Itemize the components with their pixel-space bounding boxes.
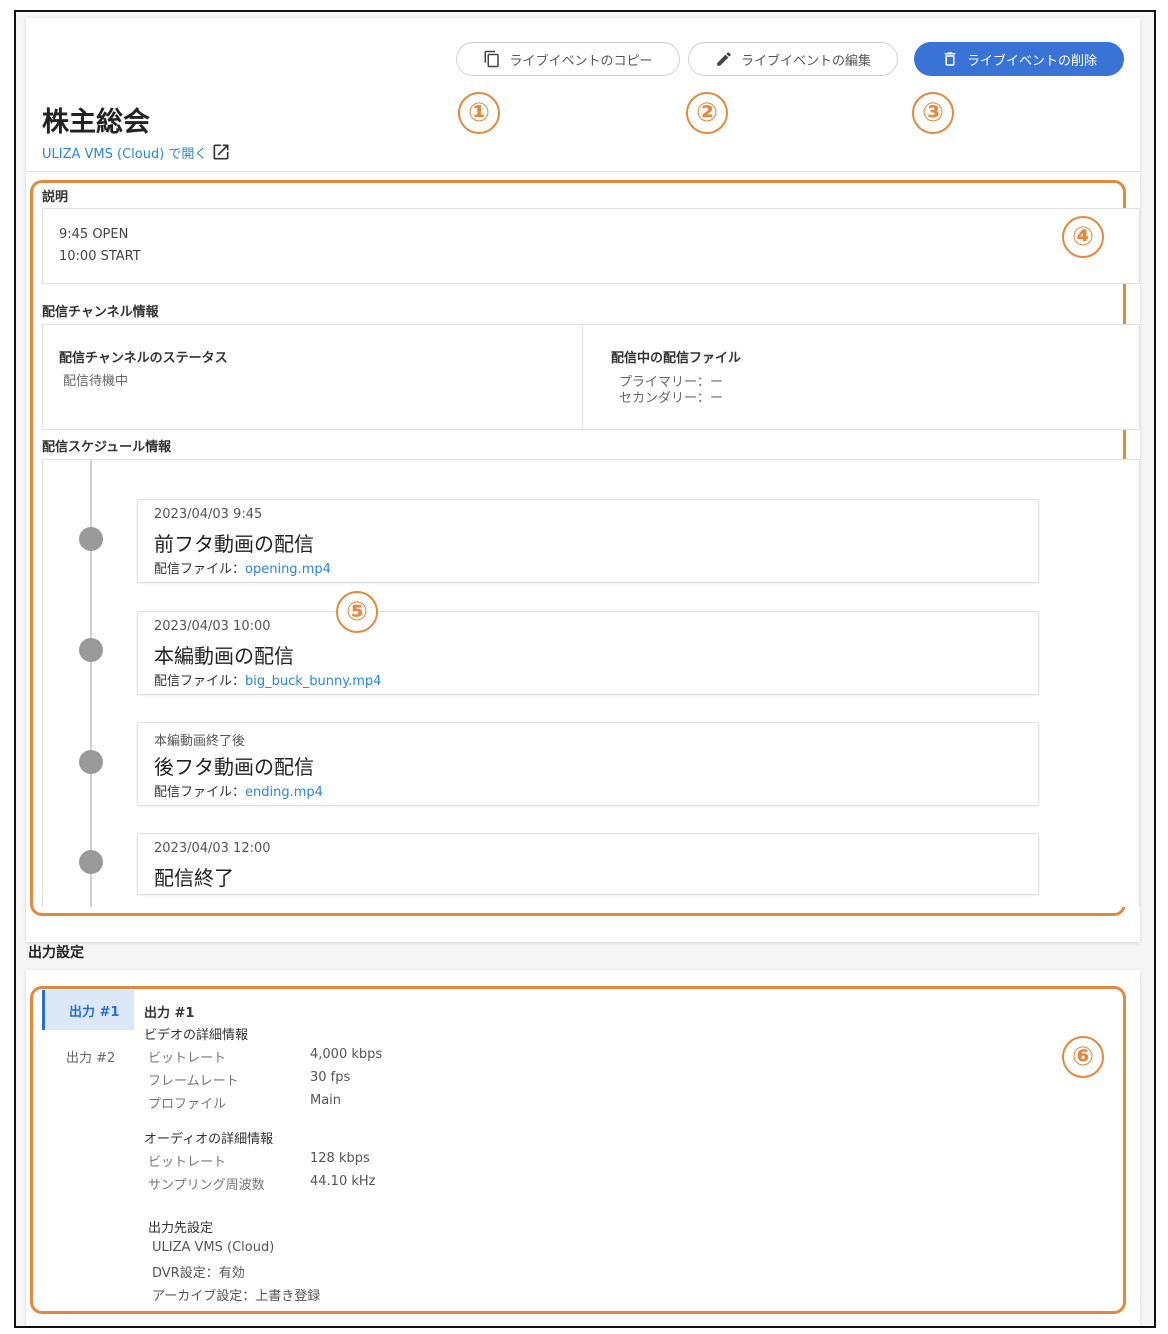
- channel-files-cell: 配信中の配信ファイル プライマリー：ー セカンダリー：ー: [583, 325, 1139, 429]
- edit-live-event-label: ライブイベントの編集: [740, 52, 871, 68]
- description-label: 説明: [42, 190, 69, 205]
- open-in-vms-link[interactable]: ULIZA VMS (Cloud) で開く: [42, 142, 231, 162]
- video-details-title: ビデオの詳細情報: [144, 1028, 249, 1043]
- description-line-1: 9:45 OPEN: [59, 227, 129, 242]
- copy-icon: [484, 50, 500, 68]
- timeline-dot: [79, 527, 103, 551]
- copy-live-event-label: ライブイベントのコピー: [509, 52, 653, 68]
- output-settings-card: 出力 #1 出力 #2 出力 #1 ビデオの詳細情報 ビットレート 4,000 …: [26, 970, 1140, 1326]
- destination-service: ULIZA VMS (Cloud): [152, 1240, 275, 1255]
- annotation-marker-3: ③: [912, 92, 954, 134]
- schedule-item-file: 配信ファイル：big_buck_bunny.mp4: [154, 670, 381, 689]
- audio-details-title: オーディオの詳細情報: [144, 1132, 274, 1147]
- channel-status-cell: 配信チャンネルのステータス 配信待機中: [43, 325, 583, 429]
- schedule-item-name: 後フタ動画の配信: [154, 755, 314, 779]
- schedule-item-file-link[interactable]: big_buck_bunny.mp4: [245, 674, 381, 689]
- output-heading: 出力 #1: [144, 1006, 195, 1021]
- schedule-item-file-link[interactable]: opening.mp4: [245, 562, 331, 577]
- annotation-marker-6: ⑥: [1062, 1036, 1104, 1078]
- audio-bitrate-value: 128 kbps: [310, 1151, 370, 1166]
- channel-status-title: 配信チャンネルのステータス: [59, 351, 228, 366]
- header-divider: [26, 171, 1140, 172]
- live-event-card: ライブイベントのコピー ライブイベントの編集 ライブイベントの削除 ① ② ③ …: [26, 18, 1140, 942]
- channel-info-label: 配信チャンネル情報: [42, 305, 159, 320]
- schedule-item-file: 配信ファイル：opening.mp4: [154, 558, 331, 577]
- channel-files-title: 配信中の配信ファイル: [611, 351, 742, 366]
- schedule-item[interactable]: 本編動画終了後 後フタ動画の配信 配信ファイル：ending.mp4: [137, 722, 1039, 806]
- schedule-item-name: 前フタ動画の配信: [154, 532, 314, 556]
- video-framerate-value: 30 fps: [310, 1070, 351, 1085]
- schedule-item-name: 配信終了: [154, 866, 234, 890]
- timeline-dot: [79, 750, 103, 774]
- delete-live-event-button[interactable]: ライブイベントの削除: [914, 42, 1124, 76]
- schedule-item-date: 2023/04/03 12:00: [154, 841, 271, 856]
- video-bitrate-key: ビットレート: [148, 1051, 227, 1066]
- description-line-2: 10:00 START: [59, 249, 141, 264]
- output-settings-label: 出力設定: [28, 945, 84, 961]
- external-link-icon: [213, 144, 229, 160]
- schedule-item[interactable]: 2023/04/03 12:00 配信終了: [137, 833, 1039, 895]
- open-in-vms-label: ULIZA VMS (Cloud) で開く: [42, 146, 208, 162]
- audio-sampling-value: 44.10 kHz: [310, 1174, 376, 1189]
- copy-live-event-button[interactable]: ライブイベントのコピー: [456, 42, 680, 76]
- annotation-marker-4: ④: [1062, 216, 1104, 258]
- channel-info-panel: 配信チャンネルのステータス 配信待機中 配信中の配信ファイル プライマリー：ー …: [42, 324, 1140, 430]
- audio-bitrate-key: ビットレート: [148, 1155, 227, 1170]
- annotation-marker-5: ⑤: [336, 591, 378, 633]
- video-framerate-key: フレームレート: [148, 1074, 239, 1089]
- schedule-item[interactable]: 2023/04/03 9:45 前フタ動画の配信 配信ファイル：opening.…: [137, 499, 1039, 583]
- video-profile-key: プロファイル: [148, 1097, 227, 1112]
- screenshot-frame: ライブイベントのコピー ライブイベントの編集 ライブイベントの削除 ① ② ③ …: [14, 10, 1156, 1328]
- pencil-icon: [717, 52, 731, 66]
- tab-output-1[interactable]: 出力 #1: [42, 990, 134, 1030]
- page-title: 株主総会: [42, 107, 150, 138]
- channel-status-value: 配信待機中: [63, 374, 129, 389]
- schedule-item-file-label: 配信ファイル：: [154, 674, 246, 689]
- schedule-item-date: 2023/04/03 9:45: [154, 507, 263, 522]
- schedule-item-file-label: 配信ファイル：: [154, 785, 246, 800]
- schedule-item-name: 本編動画の配信: [154, 644, 294, 668]
- schedule-timeline: 2023/04/03 9:45 前フタ動画の配信 配信ファイル：opening.…: [42, 459, 1140, 907]
- annotation-marker-1: ①: [458, 92, 500, 134]
- video-bitrate-value: 4,000 kbps: [310, 1047, 383, 1062]
- schedule-item-file: 配信ファイル：ending.mp4: [154, 781, 323, 800]
- timeline-dot: [79, 850, 103, 874]
- edit-live-event-button[interactable]: ライブイベントの編集: [688, 42, 898, 76]
- destination-title: 出力先設定: [148, 1221, 214, 1236]
- schedule-item-file-link[interactable]: ending.mp4: [245, 785, 323, 800]
- schedule-item-date: 本編動画終了後: [154, 734, 246, 749]
- destination-archive: アーカイブ設定：上書き登録: [152, 1289, 321, 1304]
- delete-live-event-label: ライブイベントの削除: [966, 52, 1097, 68]
- video-profile-value: Main: [310, 1093, 342, 1108]
- description-panel: 9:45 OPEN 10:00 START: [42, 208, 1140, 284]
- schedule-item[interactable]: 2023/04/03 10:00 本編動画の配信 配信ファイル：big_buck…: [137, 611, 1039, 695]
- tab-output-2[interactable]: 出力 #2: [42, 1036, 134, 1076]
- channel-secondary-file: セカンダリー：ー: [619, 391, 724, 406]
- trash-icon: [944, 52, 956, 66]
- schedule-item-file-label: 配信ファイル：: [154, 562, 246, 577]
- audio-sampling-key: サンプリング周波数: [148, 1178, 265, 1193]
- schedule-info-label: 配信スケジュール情報: [42, 440, 172, 455]
- destination-dvr: DVR設定：有効: [152, 1266, 245, 1281]
- annotation-marker-2: ②: [686, 92, 728, 134]
- timeline-dot: [79, 638, 103, 662]
- schedule-item-date: 2023/04/03 10:00: [154, 619, 271, 634]
